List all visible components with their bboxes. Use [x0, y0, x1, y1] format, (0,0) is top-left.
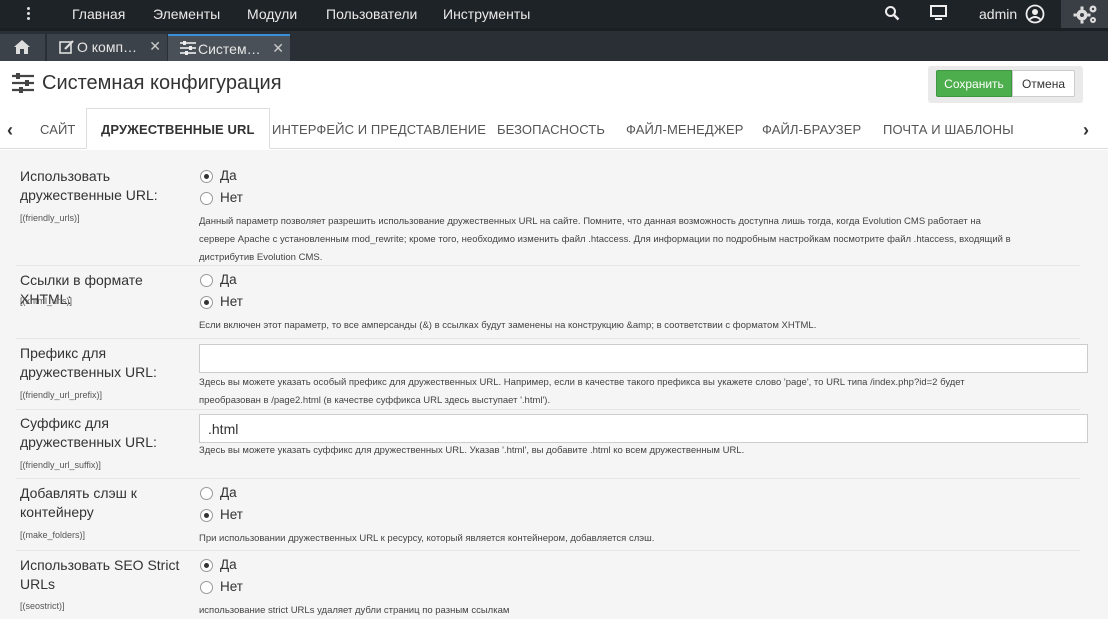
menu-dots-icon[interactable]: [20, 6, 36, 22]
user-name[interactable]: admin: [979, 6, 1017, 22]
setting-description: Если включен этот параметр, то все ампер…: [199, 320, 817, 331]
setting-label: Префикс для дружественных URL:: [20, 345, 157, 380]
tab-security[interactable]: БЕЗОПАСНОСТЬ: [497, 122, 605, 137]
setting-description: При использовании дружественных URL к ре…: [199, 533, 655, 544]
tab-site[interactable]: САЙТ: [40, 122, 75, 137]
save-button[interactable]: Сохранить: [936, 70, 1012, 97]
nav-home[interactable]: Главная: [72, 6, 125, 22]
tab-about[interactable]: О комп… ✕: [47, 34, 167, 61]
url-prefix-input[interactable]: [199, 344, 1088, 373]
radio-circle[interactable]: [200, 296, 213, 309]
nav-modules[interactable]: Модули: [247, 6, 297, 22]
tab-friendly-urls[interactable]: ДРУЖЕСТВЕННЫЕ URL: [86, 108, 270, 149]
setting-description: Здесь вы можете указать особый префикс д…: [199, 377, 965, 406]
tab-system-config[interactable]: Систем… ✕: [168, 34, 290, 61]
document-tabs: О комп… ✕ Систем… ✕: [0, 28, 1108, 61]
sliders-icon: [180, 41, 196, 55]
setting-description: Данный параметр позволяет разрешить испо…: [199, 216, 1011, 263]
search-icon[interactable]: [884, 5, 900, 24]
setting-key: [(make_folders)]: [20, 530, 86, 540]
chevron-right-icon[interactable]: ›: [1083, 120, 1089, 141]
radio-circle[interactable]: [200, 170, 213, 183]
action-buttons: Сохранить Отмена: [928, 66, 1083, 103]
setting-description: Здесь вы можете указать суффикс для друж…: [199, 445, 745, 456]
setting-key: [(friendly_url_suffix)]: [20, 460, 101, 470]
setting-row-seostrict: Использовать SEO Strict URLs [(seostrict…: [16, 556, 1080, 619]
setting-label: Добавлять слэш к контейнеру: [20, 485, 137, 520]
close-icon[interactable]: ✕: [272, 40, 284, 57]
nav-elements[interactable]: Элементы: [153, 6, 220, 22]
settings-tabs: ‹ САЙТ ДРУЖЕСТВЕННЫЕ URL ИНТЕРФЕЙС И ПРЕ…: [0, 108, 1108, 149]
setting-key: [(seostrict)]: [20, 601, 65, 611]
close-icon[interactable]: ✕: [149, 38, 161, 55]
nav-tools[interactable]: Инструменты: [443, 6, 530, 22]
setting-row-url-prefix: Префикс для дружественных URL: [(friendl…: [16, 344, 1088, 410]
radio-circle[interactable]: [200, 581, 213, 594]
radio-circle[interactable]: [200, 274, 213, 287]
setting-label: Суффикс для дружественных URL:: [20, 415, 157, 450]
tab-file-browser[interactable]: ФАЙЛ-БРАУЗЕР: [762, 122, 861, 137]
setting-row-xhtml-urls: Ссылки в формате XHTML: [(xhtml_urls)] Д…: [16, 271, 1080, 339]
user-avatar-icon[interactable]: [1025, 4, 1045, 27]
edit-icon: [59, 40, 74, 54]
setting-label: Использовать дружественные URL:: [20, 168, 158, 203]
tab-label: Систем…: [198, 41, 261, 57]
setting-row-make-folders: Добавлять слэш к контейнеру [(make_folde…: [16, 484, 1080, 551]
settings-gears-icon[interactable]: [1061, 0, 1108, 28]
settings-panel: Использовать дружественные URL: [(friend…: [0, 150, 1108, 619]
chevron-left-icon[interactable]: ‹: [7, 120, 13, 141]
setting-label: Использовать SEO Strict URLs: [20, 557, 180, 592]
page-title: Системная конфигурация: [42, 72, 282, 94]
setting-key: [(xhtml_urls)]: [20, 296, 73, 306]
monitor-icon[interactable]: [930, 5, 947, 24]
tab-file-manager[interactable]: ФАЙЛ-МЕНЕДЖЕР: [626, 122, 743, 137]
setting-key: [(friendly_urls)]: [20, 213, 80, 223]
tab-home[interactable]: [0, 34, 45, 61]
radio-circle[interactable]: [200, 192, 213, 205]
radio-circle[interactable]: [200, 487, 213, 500]
setting-description: использование strict URLs удаляет дубли …: [199, 605, 510, 616]
sliders-icon: [12, 73, 34, 93]
setting-row-url-suffix: Суффикс для дружественных URL: [(friendl…: [16, 414, 1088, 479]
top-navbar: Главная Элементы Модули Пользователи Инс…: [0, 0, 1108, 28]
tab-interface[interactable]: ИНТЕРФЕЙС И ПРЕДСТАВЛЕНИЕ: [272, 122, 486, 137]
url-suffix-input[interactable]: [199, 414, 1088, 443]
tab-mail-templates[interactable]: ПОЧТА И ШАБЛОНЫ: [883, 122, 1014, 137]
radio-circle[interactable]: [200, 509, 213, 522]
nav-users[interactable]: Пользователи: [326, 6, 417, 22]
setting-row-friendly-urls: Использовать дружественные URL: [(friend…: [16, 167, 1080, 266]
radio-circle[interactable]: [200, 559, 213, 572]
cancel-button[interactable]: Отмена: [1012, 70, 1075, 97]
setting-key: [(friendly_url_prefix)]: [20, 390, 103, 400]
home-icon: [14, 40, 30, 54]
tab-label: О комп…: [77, 39, 138, 55]
